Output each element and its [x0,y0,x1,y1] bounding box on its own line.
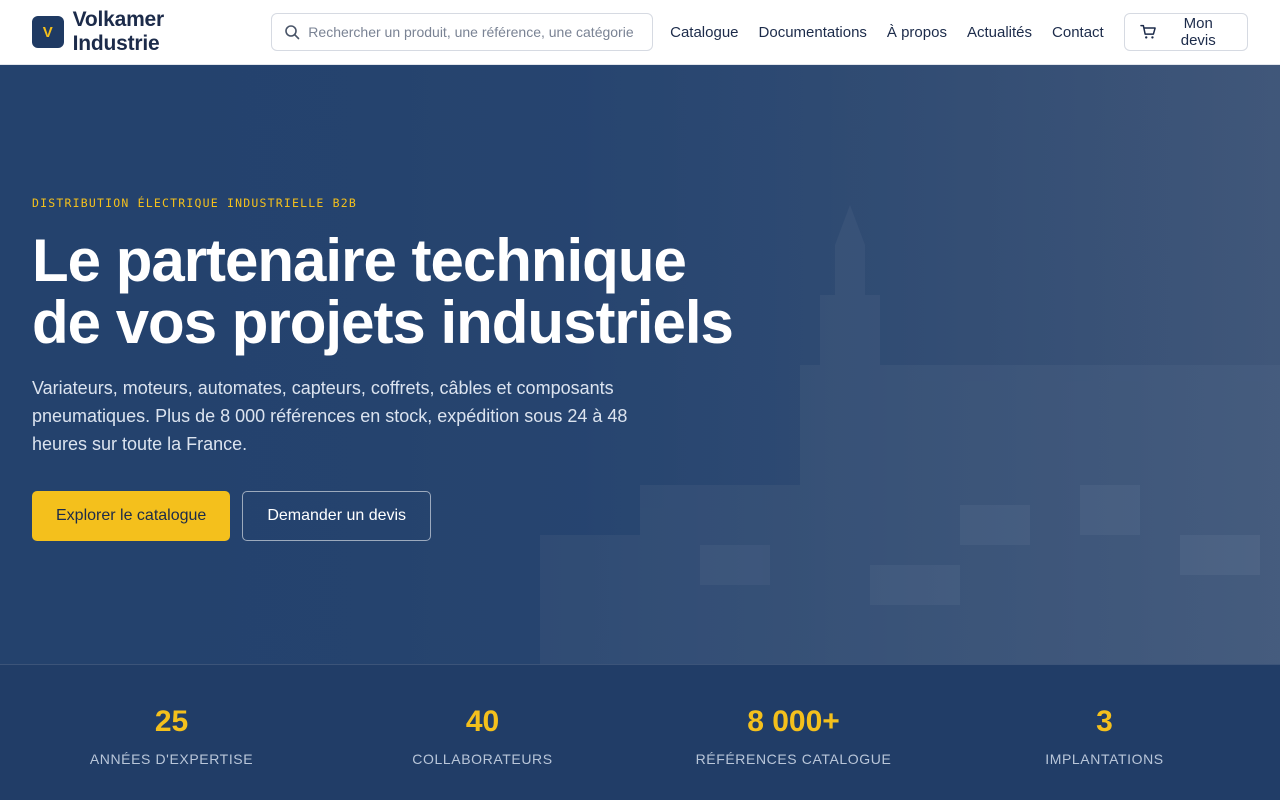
hero-section: Distribution électrique industrielle B2B… [0,65,1280,664]
stat-value: 40 [465,705,500,738]
stat-label: Collaborateurs [412,751,553,767]
hero-title-line-1: Le partenaire technique [32,227,687,294]
nav-actualites[interactable]: Actualités [967,24,1032,41]
logo-mark: V [32,16,64,48]
request-quote-button[interactable]: Demander un devis [242,491,432,541]
stat-references: 8 000+ Références catalogue [638,665,949,800]
stat-employees: 40 Collaborateurs [327,665,638,800]
stat-value: 25 [154,705,189,738]
brand-logo[interactable]: V Volkamer Industrie [32,8,254,56]
stat-label: Années d'expertise [89,751,254,767]
hero-content: Distribution électrique industrielle B2B… [32,196,792,541]
stat-label: Implantations [1045,751,1164,767]
search-input[interactable] [308,24,641,40]
nav-documentations[interactable]: Documentations [759,24,867,41]
my-quote-label: Mon devis [1180,15,1216,49]
brand-name: Volkamer Industrie [72,8,165,55]
my-quote-button[interactable]: Mon devis [1123,13,1249,51]
stat-locations: 3 Implantations [949,665,1260,800]
main-nav: Catalogue Documentations À propos Actual… [670,24,1124,41]
search-icon [285,25,300,40]
search-bar[interactable] [271,13,654,51]
hero-subtitle: Variateurs, moteurs, automates, capteurs… [32,378,628,454]
hero-eyebrow: Distribution électrique industrielle B2B [32,196,357,210]
nav-a-propos[interactable]: À propos [887,24,947,41]
nav-catalogue[interactable]: Catalogue [670,24,738,41]
stat-value: 8 000+ [747,705,840,738]
stats-bar: 25 Années d'expertise 40 Collaborateurs … [0,664,1280,800]
site-header: V Volkamer Industrie Catalogue Documenta… [0,0,1280,65]
hero-title-line-2: de vos projets industriels [32,289,734,356]
explore-catalogue-button[interactable]: Explorer le catalogue [32,491,231,541]
nav-contact[interactable]: Contact [1052,24,1104,41]
stat-years: 25 Années d'expertise [16,665,327,800]
stat-value: 3 [1096,705,1113,738]
hero-title: Le partenaire technique de vos projets i… [32,230,792,354]
hero-actions: Explorer le catalogue Demander un devis [32,491,792,541]
cart-icon [1139,24,1156,39]
stat-label: Références catalogue [695,751,892,767]
